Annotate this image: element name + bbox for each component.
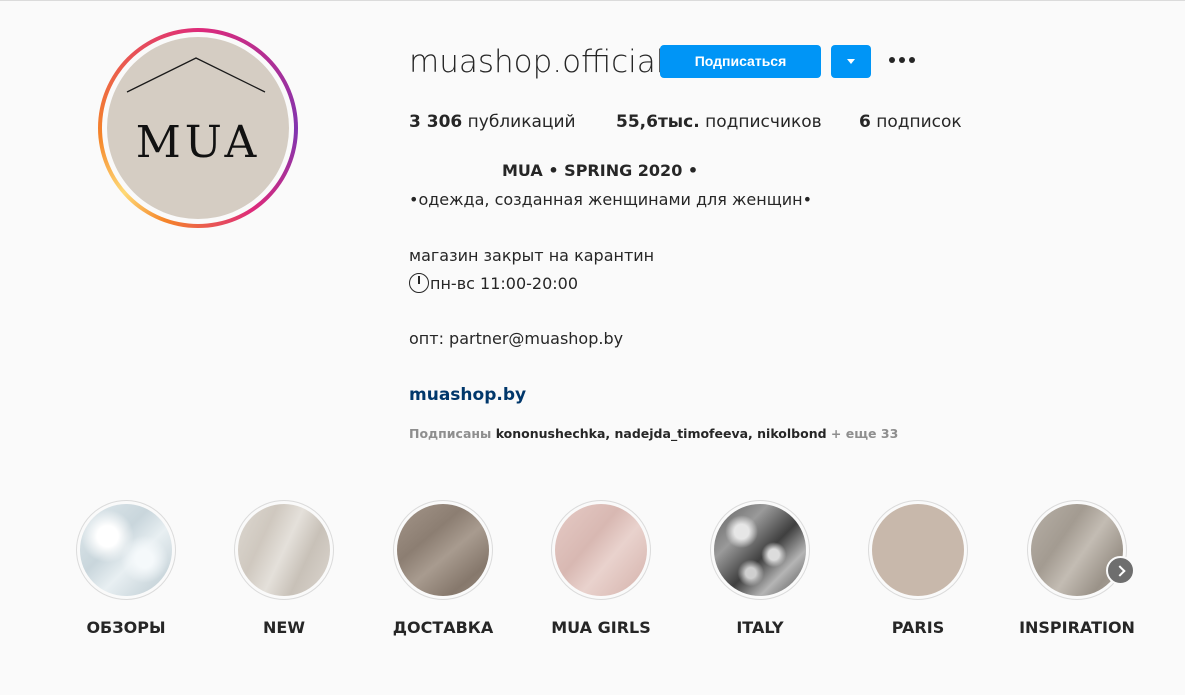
highlight-label: ОБЗОРЫ bbox=[86, 618, 166, 637]
top-divider bbox=[0, 0, 1185, 1]
bio-line: опт: partner@muashop.by bbox=[409, 329, 624, 348]
highlight-item[interactable]: INSPIRATION bbox=[1019, 500, 1135, 637]
profile-username: muashop.official bbox=[409, 44, 665, 80]
highlight-label: INSPIRATION bbox=[1019, 618, 1135, 637]
followed-by[interactable]: Подписаны kononushechka, nadejda_timofee… bbox=[409, 426, 898, 441]
website-link[interactable]: muashop.by bbox=[409, 385, 526, 405]
highlight-item[interactable]: ITALY bbox=[710, 500, 810, 637]
highlight-label: MUA GIRLS bbox=[551, 618, 651, 637]
clock-icon bbox=[409, 273, 429, 293]
bio-hours: пн-вс 11:00-20:00 bbox=[409, 273, 578, 293]
highlight-item[interactable]: NEW bbox=[234, 500, 334, 637]
highlight-cover bbox=[397, 504, 489, 596]
profile-avatar[interactable]: MUA bbox=[98, 28, 298, 228]
highlight-item[interactable]: ДОСТАВКА bbox=[393, 500, 493, 637]
highlight-label: PARIS bbox=[891, 618, 945, 637]
posts-stat: 3 306 публикаций bbox=[409, 112, 576, 132]
bio-line: •одежда, созданная женщинами для женщин• bbox=[409, 190, 813, 209]
followers-stat[interactable]: 55,6тыс. подписчиков bbox=[616, 112, 822, 132]
following-stat[interactable]: 6 подписок bbox=[859, 112, 962, 132]
more-dots-icon bbox=[889, 57, 895, 63]
bio-line: магазин закрыт на карантин bbox=[409, 246, 655, 265]
highlight-cover bbox=[714, 504, 806, 596]
highlight-label: ITALY bbox=[736, 618, 784, 637]
suggestions-dropdown-button[interactable] bbox=[831, 45, 871, 78]
avatar-logo-text: MUA bbox=[135, 117, 261, 168]
more-options-button[interactable] bbox=[887, 54, 917, 68]
highlight-cover bbox=[238, 504, 330, 596]
highlight-cover bbox=[1031, 504, 1123, 596]
chevron-right-icon[interactable] bbox=[1106, 556, 1135, 585]
highlight-label: ДОСТАВКА bbox=[392, 618, 494, 637]
highlight-item[interactable]: ОБЗОРЫ bbox=[76, 500, 176, 637]
chevron-down-icon bbox=[847, 59, 855, 64]
follow-button[interactable]: Подписаться bbox=[660, 45, 821, 78]
highlight-cover bbox=[80, 504, 172, 596]
highlight-cover bbox=[555, 504, 647, 596]
highlight-item[interactable]: PARIS bbox=[868, 500, 968, 637]
highlight-cover bbox=[872, 504, 964, 596]
bio-title: MUA • SPRING 2020 • bbox=[502, 161, 699, 180]
highlight-item[interactable]: MUA GIRLS bbox=[551, 500, 651, 637]
highlight-label: NEW bbox=[263, 618, 305, 637]
